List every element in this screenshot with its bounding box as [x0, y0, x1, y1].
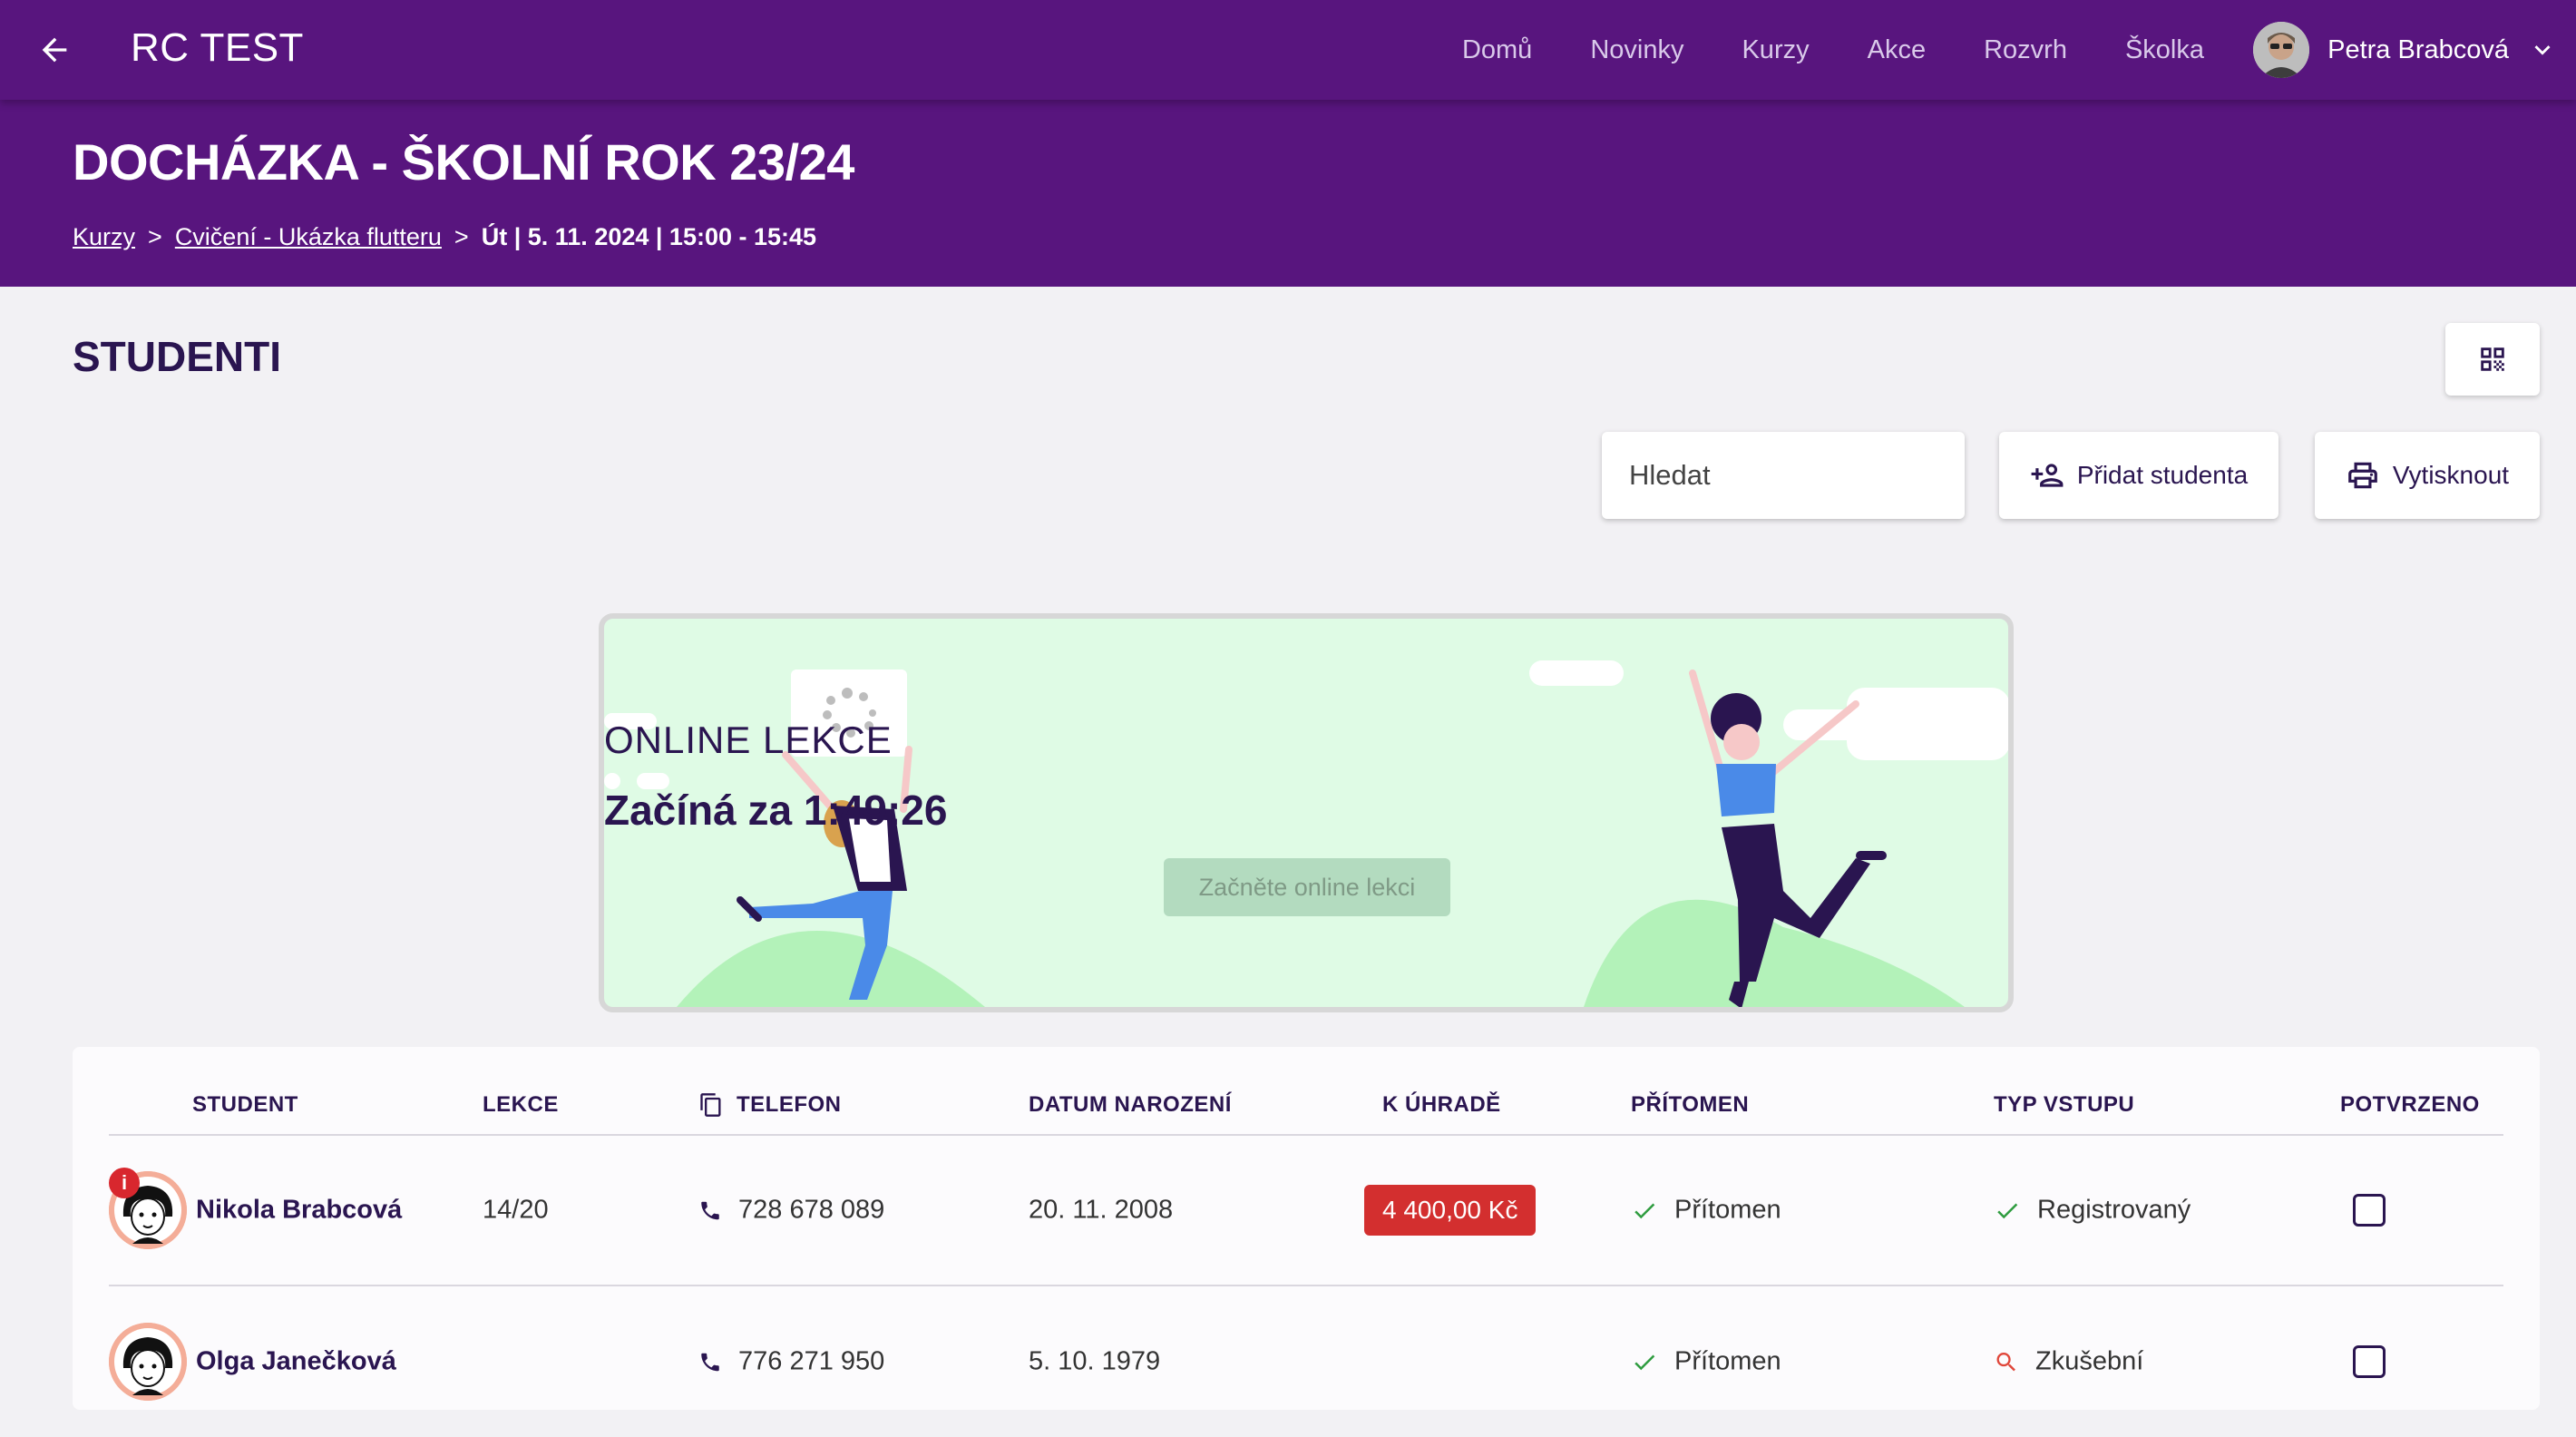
printer-icon: [2348, 462, 2377, 489]
entry-type-label: Zkušební: [2035, 1346, 2144, 1376]
breadcrumb-separator: >: [454, 223, 469, 250]
back-button[interactable]: [29, 24, 80, 75]
nav-item-schedule[interactable]: Rozvrh: [1984, 35, 2067, 65]
column-header-phone-label: TELEFON: [737, 1092, 842, 1117]
present-status[interactable]: Přítomen: [1631, 1196, 1781, 1226]
breadcrumb-current: Út | 5. 11. 2024 | 15:00 - 15:45: [481, 223, 817, 250]
nav-item-news[interactable]: Novinky: [1590, 35, 1683, 65]
breadcrumb-courses[interactable]: Kurzy: [73, 223, 135, 251]
present-label: Přítomen: [1674, 1195, 1781, 1225]
to-pay-badge[interactable]: 4 400,00 Kč: [1364, 1185, 1537, 1236]
students-table: STUDENT LEKCE TELEFON DATUM NAROZENÍ K Ú…: [73, 1047, 2540, 1410]
chevron-down-icon: [2534, 45, 2551, 55]
search-icon: [1996, 1352, 2015, 1371]
main-nav: Domů Novinky Kurzy Akce Rozvrh Školka: [1462, 0, 2204, 100]
student-name[interactable]: Nikola Brabcová: [196, 1196, 402, 1226]
copy-icon[interactable]: [698, 1092, 724, 1118]
online-lesson-label: ONLINE LEKCE: [604, 718, 893, 761]
column-header-present[interactable]: PŘÍTOMEN: [1631, 1092, 1749, 1118]
arrow-left-icon: [42, 37, 67, 63]
phone-icon: [701, 1201, 719, 1219]
column-header-student[interactable]: STUDENT: [192, 1092, 298, 1118]
birth-date: 5. 10. 1979: [1029, 1346, 1161, 1376]
info-badge-icon[interactable]: i: [109, 1168, 140, 1198]
print-label: Vytisknout: [2392, 461, 2510, 489]
to-pay-cell[interactable]: 4 400,00 Kč: [1364, 1185, 1537, 1236]
nav-item-kindergarten[interactable]: Školka: [2125, 35, 2204, 65]
column-header-lessons[interactable]: LEKCE: [483, 1092, 559, 1118]
person-add-icon: [2031, 464, 2064, 487]
breadcrumb-course[interactable]: Cvičení - Ukázka flutteru: [175, 223, 442, 251]
app-title: RC TEST: [131, 25, 304, 70]
add-student-button[interactable]: Přidat studenta: [1999, 432, 2278, 519]
student-name[interactable]: Olga Janečková: [196, 1347, 396, 1377]
user-avatar: [2253, 22, 2310, 78]
search-input[interactable]: [1629, 459, 1991, 492]
entry-type-label: Registrovaný: [2037, 1195, 2191, 1225]
print-button[interactable]: Vytisknout: [2315, 432, 2540, 519]
confirmed-cell: [2353, 1194, 2386, 1227]
lessons-count: 14/20: [483, 1195, 549, 1225]
check-icon: [1997, 1202, 2018, 1218]
online-lesson-banner: ONLINE LEKCE Začíná za 1:49:26 Začněte o…: [599, 613, 2014, 1012]
section-title: STUDENTI: [73, 333, 281, 380]
check-icon: [1634, 1202, 1655, 1218]
start-online-lesson-button[interactable]: Začněte online lekci: [1164, 858, 1450, 916]
column-header-phone[interactable]: TELEFON: [698, 1092, 842, 1118]
lesson-countdown: Začíná za 1:49:26: [604, 787, 948, 834]
phone[interactable]: 776 271 950: [698, 1347, 884, 1377]
phone-icon: [701, 1353, 719, 1371]
confirmed-checkbox[interactable]: [2353, 1194, 2386, 1227]
column-header-confirmed[interactable]: POTVRZENO: [2340, 1092, 2480, 1118]
add-student-label: Přidat studenta: [2076, 461, 2249, 489]
birth-date: 20. 11. 2008: [1029, 1195, 1174, 1225]
table-row[interactable]: i Nikola Brabcová 14/20 728 678 089 20. …: [109, 1136, 2503, 1286]
user-name: Petra Brabcová: [2327, 34, 2509, 64]
present-status[interactable]: Přítomen: [1631, 1347, 1781, 1377]
search-field[interactable]: [1602, 432, 1991, 519]
nav-item-events[interactable]: Akce: [1868, 35, 1926, 65]
nav-item-home[interactable]: Domů: [1462, 35, 1532, 65]
user-menu[interactable]: Petra Brabcová: [2253, 20, 2558, 80]
entry-type[interactable]: Registrovaný: [1994, 1196, 2191, 1226]
confirmed-cell: [2353, 1345, 2386, 1378]
qr-code-icon: [2481, 347, 2504, 371]
phone[interactable]: 728 678 089: [698, 1196, 884, 1226]
check-icon: [1634, 1354, 1655, 1370]
confirmed-checkbox[interactable]: [2353, 1345, 2386, 1378]
table-row[interactable]: Olga Janečková 776 271 950 5. 10. 1979 P…: [109, 1286, 2503, 1437]
column-header-to-pay[interactable]: K ÚHRADĚ: [1382, 1092, 1501, 1118]
entry-type[interactable]: Zkušební: [1994, 1347, 2143, 1377]
page-title: DOCHÁZKA - ŠKOLNÍ ROK 23/24: [73, 133, 854, 191]
column-header-birth-date[interactable]: DATUM NAROZENÍ: [1029, 1092, 1232, 1118]
qr-code-button[interactable]: [2445, 323, 2540, 396]
phone-number[interactable]: 728 678 089: [738, 1196, 884, 1226]
avatar[interactable]: [109, 1323, 187, 1401]
page-header: DOCHÁZKA - ŠKOLNÍ ROK 23/24 Kurzy > Cvič…: [0, 100, 2576, 287]
avatar[interactable]: i: [109, 1168, 187, 1249]
breadcrumb: Kurzy > Cvičení - Ukázka flutteru > Út |…: [73, 223, 816, 251]
phone-number[interactable]: 776 271 950: [738, 1347, 884, 1377]
nav-item-courses[interactable]: Kurzy: [1742, 35, 1809, 65]
column-header-entry-type[interactable]: TYP VSTUPU: [1994, 1092, 2134, 1118]
app-bar: RC TEST Domů Novinky Kurzy Akce Rozvrh Š…: [0, 0, 2576, 100]
breadcrumb-separator: >: [148, 223, 162, 250]
present-label: Přítomen: [1674, 1346, 1781, 1376]
